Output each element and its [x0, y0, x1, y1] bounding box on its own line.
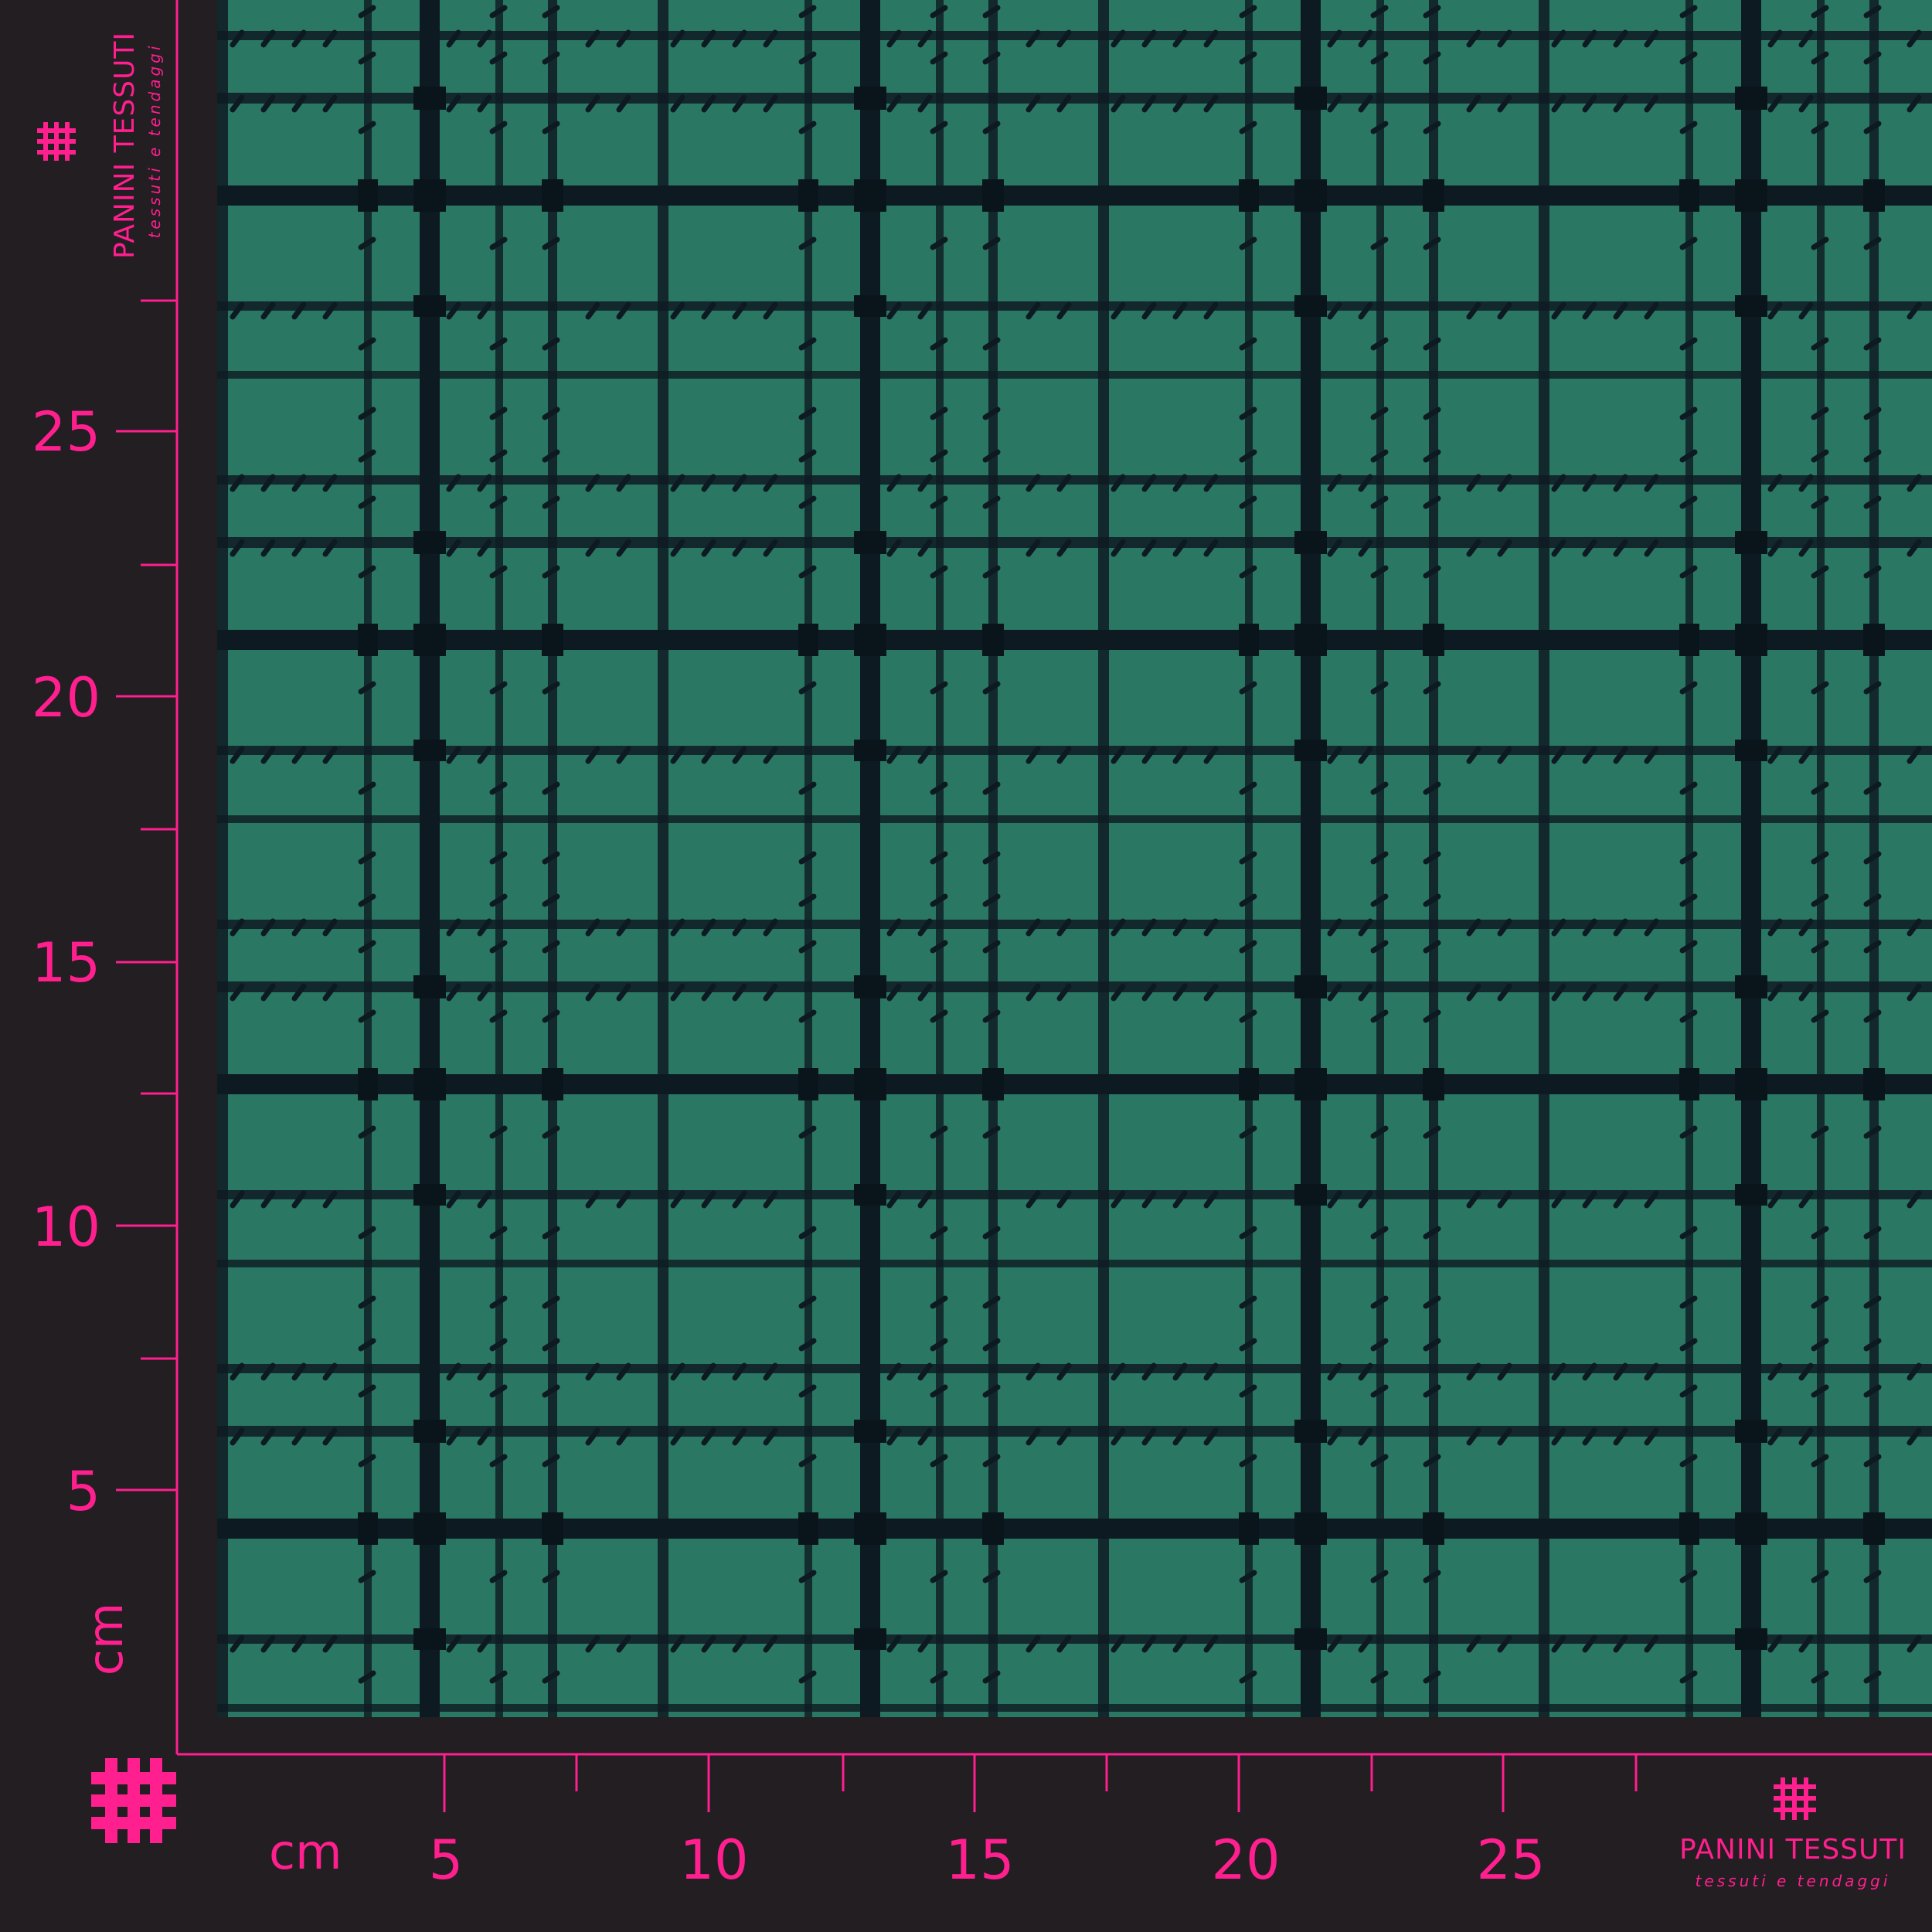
h-ruler-label-5: 5: [428, 1828, 464, 1892]
brand-top-name: PANINI TESSUTI: [109, 32, 141, 259]
brand-bottom: PANINI TESSUTI tessuti e tendaggi: [1662, 1777, 1924, 1917]
v-ruler-label-15: 15: [31, 931, 100, 995]
ruler-frame: [116, 0, 1932, 1812]
h-ruler-label-20: 20: [1211, 1828, 1281, 1892]
h-ruler-label-25: 25: [1476, 1828, 1546, 1892]
fabric-sample-sheet: 5 10 15 20 25 cm cm 5 10 15 20 25 PANINI…: [0, 0, 1932, 1932]
brand-top-tagline: tessuti e tendaggi: [145, 43, 164, 239]
v-ruler-label-20: 20: [31, 666, 100, 730]
h-ruler-unit: cm: [269, 1824, 342, 1880]
v-ruler-label-25: 25: [31, 400, 100, 464]
brand-top: PANINI TESSUTI tessuti e tendaggi: [31, 31, 164, 263]
v-ruler-unit: cm: [77, 1602, 134, 1676]
grid-hash-icon: [1774, 1777, 1816, 1820]
brand-bottom-tagline: tessuti e tendaggi: [1695, 1872, 1891, 1890]
large-grid-hash-icon: [91, 1758, 176, 1843]
h-ruler-label-15: 15: [945, 1828, 1015, 1892]
v-ruler-label-10: 10: [31, 1196, 100, 1259]
h-ruler-label-10: 10: [679, 1828, 749, 1892]
v-ruler-label-5: 5: [66, 1460, 100, 1523]
grid-hash-icon: [37, 122, 76, 161]
brand-bottom-name: PANINI TESSUTI: [1679, 1834, 1906, 1866]
